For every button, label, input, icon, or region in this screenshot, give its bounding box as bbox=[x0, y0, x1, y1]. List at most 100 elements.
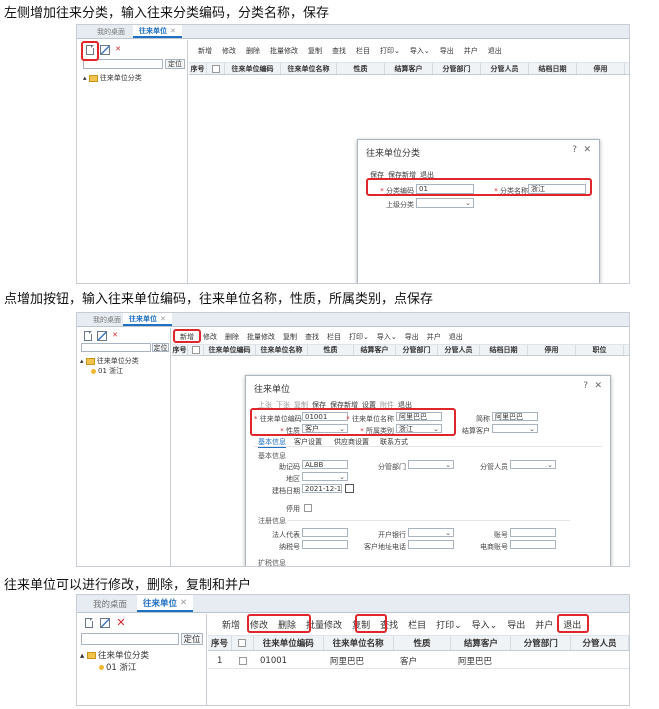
export-button[interactable]: 导出 bbox=[401, 332, 423, 342]
parent-category-label: 上级分类 bbox=[386, 201, 414, 209]
copy-button[interactable]: 复制 bbox=[279, 332, 301, 342]
tab-current[interactable]: 往来单位 ✕ bbox=[123, 313, 172, 326]
tab-desktop[interactable]: 我的桌面 bbox=[91, 25, 131, 38]
col-header-checkbox[interactable] bbox=[232, 636, 254, 650]
add-category-button[interactable] bbox=[83, 617, 95, 629]
region-select[interactable]: ⌄ bbox=[302, 472, 348, 481]
columns-button[interactable]: 栏目 bbox=[403, 618, 431, 631]
dialog-title: 往来单位分类 bbox=[366, 149, 421, 159]
new-doc-icon bbox=[84, 331, 92, 341]
category-search-input[interactable] bbox=[81, 633, 179, 645]
merge-button[interactable]: 并户 bbox=[459, 46, 483, 56]
delete-category-button[interactable]: ✕ bbox=[112, 43, 124, 55]
person-select[interactable]: ⌄ bbox=[510, 460, 556, 469]
calendar-icon[interactable] bbox=[345, 484, 354, 493]
legal-rep-label: 法人代表 bbox=[272, 531, 300, 539]
col-header-checkbox[interactable] bbox=[207, 63, 225, 74]
table-row[interactable]: 1 01001 阿里巴巴 客户 阿里巴巴 bbox=[208, 652, 629, 669]
tab-desktop[interactable]: 我的桌面 bbox=[87, 595, 133, 612]
locate-button[interactable]: 定位 bbox=[152, 343, 169, 352]
delete-button[interactable]: 删除 bbox=[221, 332, 243, 342]
checkbox[interactable] bbox=[239, 656, 247, 665]
row-checkbox[interactable] bbox=[239, 652, 247, 669]
category-search-input[interactable] bbox=[81, 343, 151, 352]
add-category-button[interactable] bbox=[82, 330, 94, 342]
date-label: 建档日期 bbox=[272, 487, 300, 495]
tab-current[interactable]: 往来单位 ✕ bbox=[137, 595, 194, 612]
locate-button[interactable]: 定位 bbox=[165, 59, 185, 69]
import-label: 导入 bbox=[409, 47, 424, 55]
exit-button[interactable]: 退出 bbox=[483, 46, 507, 56]
columns-button[interactable]: 栏目 bbox=[351, 46, 375, 56]
parent-category-select[interactable]: ⌄ bbox=[416, 198, 474, 208]
delete-category-button[interactable]: ✕ bbox=[109, 329, 121, 341]
print-button[interactable]: 打印⌄ bbox=[431, 618, 467, 631]
address-phone-input[interactable] bbox=[408, 540, 454, 549]
date-input[interactable]: 2021-12-16 bbox=[302, 484, 342, 493]
legal-rep-input[interactable] bbox=[302, 528, 348, 537]
tax-no-input[interactable] bbox=[302, 540, 348, 549]
locate-button[interactable]: 定位 bbox=[181, 633, 203, 645]
help-icon[interactable]: ? bbox=[583, 381, 588, 391]
tree-root[interactable]: ▴ 往来单位分类 bbox=[80, 356, 139, 366]
col-header-checkbox[interactable] bbox=[188, 345, 204, 355]
tree-child[interactable]: 01 浙江 bbox=[91, 366, 123, 376]
help-icon[interactable]: ? bbox=[572, 145, 577, 155]
checkbox[interactable] bbox=[238, 639, 247, 647]
print-button[interactable]: 打印⌄ bbox=[375, 46, 405, 56]
edit-category-button[interactable] bbox=[99, 617, 111, 629]
copy-button[interactable]: 复制 bbox=[303, 46, 327, 56]
col-header: 分管部门 bbox=[433, 63, 481, 74]
add-button[interactable]: 新增 bbox=[193, 46, 217, 56]
close-icon[interactable]: ✕ bbox=[170, 27, 176, 35]
find-button[interactable]: 查找 bbox=[327, 46, 351, 56]
delete-button[interactable]: 删除 bbox=[241, 46, 265, 56]
batch-edit-button[interactable]: 批量修改 bbox=[243, 332, 279, 342]
merge-button[interactable]: 并户 bbox=[423, 332, 445, 342]
disabled-checkbox[interactable] bbox=[304, 504, 312, 512]
row-nature: 客户 bbox=[400, 656, 418, 667]
close-icon[interactable]: ✕ bbox=[594, 381, 602, 391]
export-button[interactable]: 导出 bbox=[435, 46, 459, 56]
tree-root[interactable]: ▴ 往来单位分类 bbox=[80, 649, 149, 661]
print-button[interactable]: 打印⌄ bbox=[345, 332, 373, 342]
edit-icon bbox=[97, 331, 107, 341]
col-header: 往来单位名称 bbox=[324, 636, 394, 650]
col-header: 性质 bbox=[337, 63, 385, 74]
close-icon[interactable]: ✕ bbox=[583, 145, 591, 155]
add-button[interactable]: 新增 bbox=[217, 618, 245, 631]
edit-button[interactable]: 修改 bbox=[217, 46, 241, 56]
find-button[interactable]: 查找 bbox=[301, 332, 323, 342]
merge-button[interactable]: 并户 bbox=[530, 618, 558, 631]
short-name-input[interactable]: 阿里巴巴 bbox=[492, 412, 538, 421]
tree-root[interactable]: ▴ 往来单位分类 bbox=[83, 73, 142, 83]
edit-category-button[interactable] bbox=[99, 44, 111, 56]
import-button[interactable]: 导入⌄ bbox=[373, 332, 401, 342]
columns-button[interactable]: 栏目 bbox=[323, 332, 345, 342]
mnemonic-input[interactable]: ALBB bbox=[302, 460, 348, 469]
tab-desktop[interactable]: 我的桌面 bbox=[87, 313, 127, 326]
dept-label: 分管部门 bbox=[378, 463, 406, 471]
batch-edit-button[interactable]: 批量修改 bbox=[265, 46, 303, 56]
import-button[interactable]: 导入⌄ bbox=[467, 618, 503, 631]
delete-icon: ✕ bbox=[115, 45, 121, 53]
tree-child[interactable]: 01 浙江 bbox=[99, 661, 137, 673]
bank-select[interactable]: ⌄ bbox=[408, 528, 454, 537]
delete-category-button[interactable]: ✕ bbox=[114, 615, 128, 629]
account-input[interactable] bbox=[510, 528, 556, 537]
delete-icon: ✕ bbox=[116, 615, 126, 629]
close-icon[interactable]: ✕ bbox=[160, 315, 166, 323]
edit-button[interactable]: 修改 bbox=[199, 332, 221, 342]
tab-current[interactable]: 往来单位 ✕ bbox=[133, 25, 182, 38]
settle-customer-select[interactable]: ⌄ bbox=[492, 424, 538, 433]
export-button[interactable]: 导出 bbox=[502, 618, 530, 631]
checkbox[interactable] bbox=[191, 346, 200, 354]
ecommerce-input[interactable] bbox=[510, 540, 556, 549]
exit-button[interactable]: 退出 bbox=[445, 332, 467, 342]
edit-category-button[interactable] bbox=[96, 330, 108, 342]
import-button[interactable]: 导入⌄ bbox=[405, 46, 435, 56]
checkbox[interactable] bbox=[211, 64, 220, 73]
step3-caption: 往来单位可以进行修改，删除，复制和并户 bbox=[4, 578, 252, 593]
dept-select[interactable]: ⌄ bbox=[408, 460, 454, 469]
close-icon[interactable]: ✕ bbox=[180, 598, 187, 608]
